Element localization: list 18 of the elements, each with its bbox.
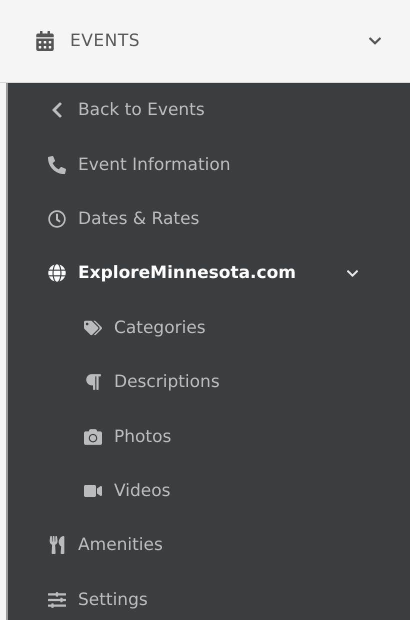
- tags-icon: [82, 318, 104, 337]
- menu-item[interactable]: ExploreMinnesota.com: [78, 263, 296, 284]
- globe-icon: [46, 264, 68, 282]
- phone-icon: [46, 156, 68, 174]
- submenu-item[interactable]: Photos: [114, 426, 172, 447]
- sliders-icon: [46, 590, 68, 609]
- menu-item[interactable]: Dates & Rates: [78, 208, 200, 229]
- menu-item[interactable]: Event Information: [78, 154, 231, 175]
- menu-item[interactable]: Amenities: [78, 535, 163, 556]
- submenu-item[interactable]: Descriptions: [114, 372, 220, 392]
- menu-item[interactable]: Back to Events: [78, 100, 205, 120]
- menu-item[interactable]: Settings: [78, 590, 148, 610]
- section-title: EVENTS: [70, 31, 142, 51]
- submenu-item[interactable]: Categories: [114, 318, 206, 338]
- clock-icon: [46, 210, 68, 228]
- submenu-item[interactable]: Videos: [114, 480, 170, 501]
- calendar-icon: [34, 31, 56, 51]
- camera-icon: [82, 428, 104, 446]
